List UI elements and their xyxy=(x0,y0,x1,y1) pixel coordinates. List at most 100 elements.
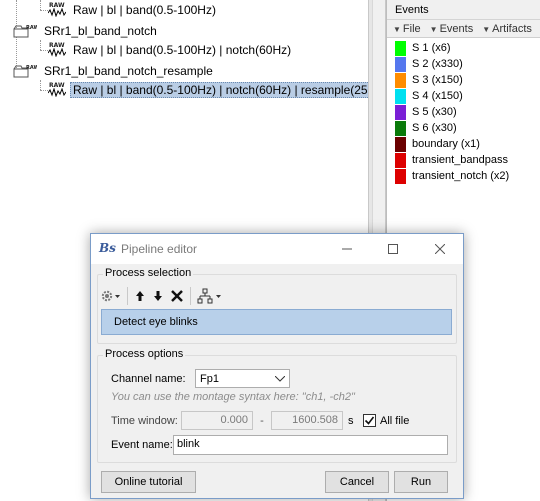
tree-connector xyxy=(40,90,48,91)
svg-text:RAW: RAW xyxy=(26,25,37,31)
move-down-button[interactable] xyxy=(152,286,164,306)
checkmark-icon xyxy=(364,416,375,425)
dialog-title: Pipeline editor xyxy=(121,242,198,256)
pipeline-editor-dialog: Bs Pipeline editor Process selection Det… xyxy=(90,233,464,499)
toolbar-separator xyxy=(190,287,191,305)
delete-process-button[interactable] xyxy=(170,286,184,306)
event-item[interactable]: transient_bandpass xyxy=(395,152,540,168)
maximize-button[interactable] xyxy=(370,234,416,264)
tree-item-condition-folder[interactable]: RAW SRr1_bl_band_notch_resample xyxy=(13,62,216,80)
online-tutorial-button[interactable]: Online tutorial xyxy=(101,471,196,493)
tree-connector xyxy=(40,10,48,11)
tree-item-label: SRr1_bl_band_notch_resample xyxy=(44,64,213,78)
dropdown-arrow-icon: ▼ xyxy=(482,24,491,34)
tree-item-raw-file[interactable]: RAW Raw | bl | band(0.5-100Hz) xyxy=(48,1,219,19)
event-item[interactable]: S 6 (x30) xyxy=(395,120,540,136)
time-window-start-field[interactable]: 0.000 xyxy=(181,411,253,430)
events-menubar: ▼ File ▼ Events ▼ Artifacts xyxy=(387,20,540,38)
maximize-icon xyxy=(388,244,398,254)
chevron-down-icon xyxy=(275,375,285,382)
tree-connector xyxy=(40,50,48,51)
event-color-swatch xyxy=(395,88,406,104)
event-color-swatch xyxy=(395,72,406,88)
event-color-swatch xyxy=(395,120,406,136)
event-color-swatch xyxy=(395,168,406,184)
event-item[interactable]: S 4 (x150) xyxy=(395,88,540,104)
selected-process-item[interactable]: Detect eye blinks xyxy=(101,309,452,335)
run-button[interactable]: Run xyxy=(394,471,448,493)
pipeline-tree-icon xyxy=(197,288,221,304)
condition-folder-icon: RAW xyxy=(13,63,39,79)
process-toolbar xyxy=(101,286,229,306)
channel-name-select[interactable]: Fp1 xyxy=(195,369,290,388)
event-label: S 2 (x330) xyxy=(412,58,463,70)
event-label: boundary (x1) xyxy=(412,138,480,150)
event-color-swatch xyxy=(395,40,406,56)
events-panel-title: Events xyxy=(387,0,540,20)
raw-file-icon: RAW xyxy=(48,2,66,17)
arrow-down-icon xyxy=(154,291,162,301)
event-item[interactable]: boundary (x1) xyxy=(395,136,540,152)
arrow-up-icon xyxy=(136,291,144,301)
montage-hint: You can use the montage syntax here: "ch… xyxy=(111,391,355,403)
tree-item-raw-file[interactable]: RAW Raw | bl | band(0.5-100Hz) | notch(6… xyxy=(48,41,294,59)
close-button[interactable] xyxy=(417,234,463,264)
channel-name-value: Fp1 xyxy=(200,372,219,385)
event-name-row: Event name: blink xyxy=(111,435,448,455)
process-options-title: Process options xyxy=(103,348,186,360)
minimize-button[interactable] xyxy=(324,234,370,264)
event-label: transient_notch (x2) xyxy=(412,170,510,182)
event-color-swatch xyxy=(395,136,406,152)
event-label: S 4 (x150) xyxy=(412,90,463,102)
menu-artifacts[interactable]: ▼ Artifacts xyxy=(476,23,535,35)
menu-file[interactable]: ▼ File xyxy=(387,23,424,35)
svg-text:RAW: RAW xyxy=(26,65,37,71)
raw-file-icon: RAW xyxy=(48,42,66,57)
dialog-titlebar[interactable]: Bs Pipeline editor xyxy=(91,234,463,264)
cancel-button[interactable]: Cancel xyxy=(325,471,389,493)
menu-events-label: Events xyxy=(439,22,474,35)
delete-x-icon xyxy=(171,290,183,302)
move-up-button[interactable] xyxy=(134,286,146,306)
time-window-end-field[interactable]: 1600.508 xyxy=(271,411,343,430)
tree-item-condition-folder[interactable]: RAW SRr1_bl_band_notch xyxy=(13,22,160,40)
process-menu-button[interactable] xyxy=(101,286,121,306)
event-color-swatch xyxy=(395,56,406,72)
event-name-input[interactable]: blink xyxy=(173,435,448,455)
event-item[interactable]: transient_notch (x2) xyxy=(395,168,540,184)
tree-item-label: Raw | bl | band(0.5-100Hz) | notch(60Hz)… xyxy=(70,82,396,98)
event-item[interactable]: S 1 (x6) xyxy=(395,40,540,56)
condition-folder-icon: RAW xyxy=(13,23,39,39)
event-item[interactable]: S 5 (x30) xyxy=(395,104,540,120)
event-item[interactable]: S 3 (x150) xyxy=(395,72,540,88)
menu-events[interactable]: ▼ Events xyxy=(424,23,477,35)
event-label: transient_bandpass xyxy=(412,154,509,166)
tree-connector xyxy=(40,0,41,10)
gear-icon xyxy=(101,290,120,302)
time-window-label: Time window: xyxy=(111,414,178,427)
event-label: S 1 (x6) xyxy=(412,42,451,54)
dropdown-arrow-icon: ▼ xyxy=(393,24,401,34)
process-selection-title: Process selection xyxy=(103,267,194,279)
event-label: S 5 (x30) xyxy=(412,106,457,118)
pipeline-menu-button[interactable] xyxy=(197,286,223,306)
raw-file-icon: RAW xyxy=(48,82,66,97)
tree-connector xyxy=(40,40,41,50)
event-list: S 1 (x6) S 2 (x330) S 3 (x150) S 4 (x150… xyxy=(395,40,540,184)
tree-item-label: SRr1_bl_band_notch xyxy=(44,24,157,38)
channel-name-row: Channel name: Fp1 xyxy=(111,369,290,388)
event-label: S 3 (x150) xyxy=(412,74,463,86)
event-label: S 6 (x30) xyxy=(412,122,457,134)
event-name-label: Event name: xyxy=(111,439,173,451)
brainstorm-logo-icon: Bs xyxy=(99,241,116,255)
all-file-checkbox[interactable] xyxy=(363,414,376,427)
tree-connector xyxy=(40,80,41,90)
close-icon xyxy=(435,244,445,254)
time-window-unit: s xyxy=(348,414,354,427)
tree-item-raw-file-selected[interactable]: RAW Raw | bl | band(0.5-100Hz) | notch(6… xyxy=(48,81,396,99)
toolbar-separator xyxy=(127,287,128,305)
menu-file-label: File xyxy=(402,22,421,35)
time-window-dash: - xyxy=(260,414,264,427)
event-color-swatch xyxy=(395,152,406,168)
event-item[interactable]: S 2 (x330) xyxy=(395,56,540,72)
